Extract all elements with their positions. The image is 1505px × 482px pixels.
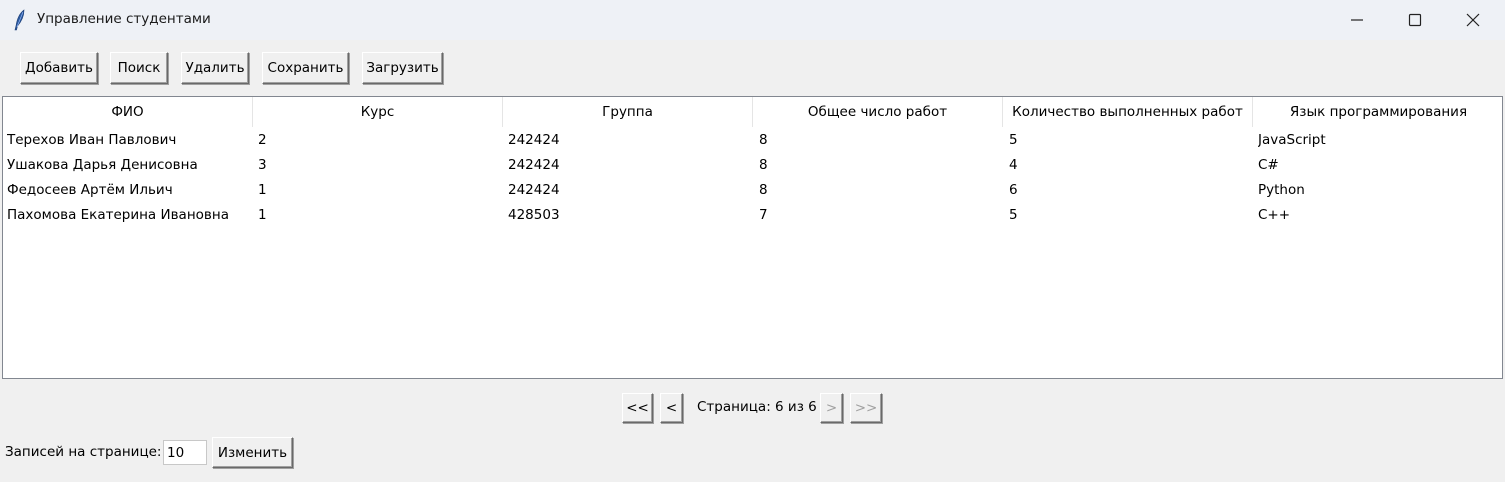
pagination-area: << < Страница: 6 из 6 > >> Записей на ст…	[0, 380, 1505, 482]
cell-language: C#	[1258, 157, 1279, 173]
table-row[interactable]: Терехов Иван Павлович 2 242424 8 5 JavaS…	[3, 128, 1502, 153]
column-header-course[interactable]: Курс	[253, 97, 503, 127]
close-icon	[1466, 13, 1480, 27]
maximize-icon	[1408, 13, 1422, 27]
cell-course: 3	[258, 157, 267, 173]
apply-per-page-button[interactable]: Изменить	[212, 437, 293, 468]
window-title: Управление студентами	[37, 11, 211, 27]
column-header-total-works[interactable]: Общее число работ	[753, 97, 1003, 127]
cell-total-works: 7	[759, 207, 768, 223]
feather-icon	[14, 9, 25, 31]
minimize-icon	[1351, 19, 1363, 21]
column-header-fio[interactable]: ФИО	[3, 97, 253, 127]
cell-course: 2	[258, 132, 267, 148]
minimize-button[interactable]	[1328, 0, 1386, 40]
cell-completed-works: 4	[1009, 157, 1018, 173]
cell-language: JavaScript	[1258, 132, 1326, 148]
cell-fio: Федосеев Артём Ильич	[7, 182, 173, 198]
delete-button[interactable]: Удалить	[181, 52, 249, 84]
table-row[interactable]: Ушакова Дарья Денисовна 3 242424 8 4 C#	[3, 153, 1502, 178]
add-button[interactable]: Добавить	[20, 52, 98, 84]
cell-course: 1	[258, 207, 267, 223]
maximize-button[interactable]	[1386, 0, 1444, 40]
cell-group: 242424	[508, 157, 560, 173]
cell-completed-works: 5	[1009, 207, 1018, 223]
cell-fio: Пахомова Екатерина Ивановна	[7, 207, 229, 223]
cell-group: 428503	[508, 207, 560, 223]
cell-total-works: 8	[759, 157, 768, 173]
page-indicator: Страница: 6 из 6	[697, 399, 817, 415]
cell-total-works: 8	[759, 132, 768, 148]
cell-language: Python	[1258, 182, 1305, 198]
cell-group: 242424	[508, 132, 560, 148]
first-page-button[interactable]: <<	[622, 393, 653, 423]
search-button[interactable]: Поиск	[110, 52, 168, 84]
title-bar: Управление студентами	[0, 0, 1505, 40]
table-row[interactable]: Федосеев Артём Ильич 1 242424 8 6 Python	[3, 178, 1502, 203]
cell-completed-works: 5	[1009, 132, 1018, 148]
last-page-button[interactable]: >>	[850, 393, 882, 423]
cell-fio: Терехов Иван Павлович	[7, 132, 177, 148]
column-header-group[interactable]: Группа	[503, 97, 753, 127]
next-page-button[interactable]: >	[820, 393, 843, 423]
cell-fio: Ушакова Дарья Денисовна	[7, 157, 198, 173]
cell-total-works: 8	[759, 182, 768, 198]
save-button[interactable]: Сохранить	[262, 52, 349, 84]
table-header: ФИО Курс Группа Общее число работ Количе…	[3, 97, 1502, 127]
close-button[interactable]	[1444, 0, 1502, 40]
students-table[interactable]: ФИО Курс Группа Общее число работ Количе…	[2, 96, 1503, 379]
table-row[interactable]: Пахомова Екатерина Ивановна 1 428503 7 5…	[3, 203, 1502, 228]
cell-course: 1	[258, 182, 267, 198]
load-button[interactable]: Загрузить	[362, 52, 443, 84]
per-page-label: Записей на странице:	[5, 444, 162, 460]
column-header-completed-works[interactable]: Количество выполненных работ	[1003, 97, 1253, 127]
per-page-input[interactable]	[163, 440, 207, 465]
prev-page-button[interactable]: <	[660, 393, 683, 423]
cell-group: 242424	[508, 182, 560, 198]
cell-completed-works: 6	[1009, 182, 1018, 198]
toolbar: Добавить Поиск Удалить Сохранить Загрузи…	[0, 40, 1505, 96]
column-header-language[interactable]: Язык программирования	[1253, 97, 1502, 127]
cell-language: C++	[1258, 207, 1291, 223]
